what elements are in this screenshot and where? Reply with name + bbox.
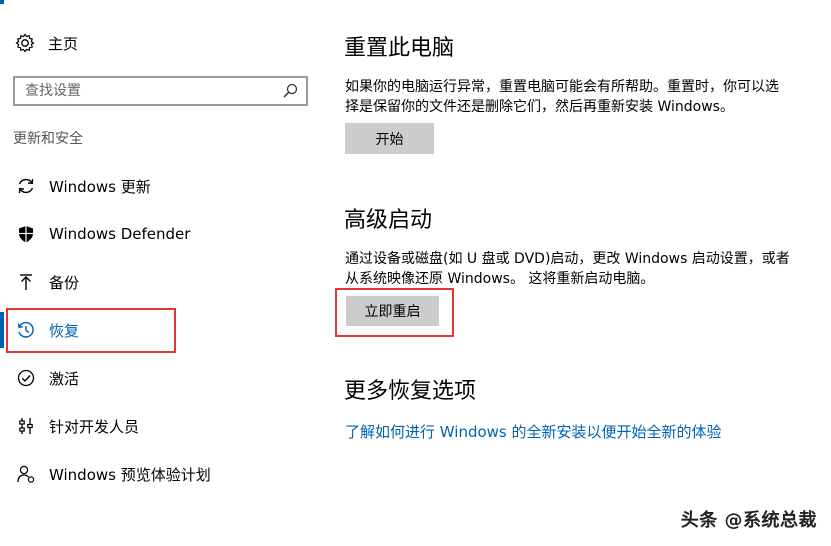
accent-strip: [0, 0, 4, 4]
check-circle-icon: [15, 367, 37, 389]
nav-home[interactable]: 主页: [14, 30, 78, 56]
clean-install-link[interactable]: 了解如何进行 Windows 的全新安装以便开始全新的体验: [345, 421, 722, 442]
nav-item-developers[interactable]: 针对开发人员: [0, 406, 330, 446]
search-input[interactable]: [15, 79, 280, 103]
nav-home-label: 主页: [48, 34, 79, 53]
watermark: 头条 @系统总裁: [680, 510, 817, 531]
highlight-box-recovery: [6, 308, 176, 353]
nav-item-label: Windows 预览体验计划: [49, 465, 211, 484]
nav-item-activation[interactable]: 激活: [0, 358, 330, 398]
advanced-startup-description: 通过设备或磁盘(如 U 盘或 DVD)启动，更改 Windows 启动设置，或者…: [345, 251, 790, 287]
section-title: 更新和安全: [13, 131, 83, 147]
nav-item-label: 针对开发人员: [49, 417, 140, 436]
shield-icon: [15, 223, 37, 245]
reset-title: 重置此电脑: [344, 36, 455, 61]
reset-description: 如果你的电脑运行异常，重置电脑可能会有所帮助。重置时，你可以选择是保留你的文件还…: [345, 79, 779, 115]
gear-icon: [15, 33, 35, 53]
reset-start-button[interactable]: 开始: [345, 123, 434, 154]
nav-item-label: Windows Defender: [49, 225, 191, 243]
more-options-title: 更多恢复选项: [344, 379, 477, 404]
nav-item-backup[interactable]: 备份: [0, 262, 330, 302]
nav-item-windows-update[interactable]: Windows 更新: [0, 166, 330, 206]
highlight-box-restart: [335, 288, 454, 337]
nav-item-insider-program[interactable]: Windows 预览体验计划: [0, 454, 330, 494]
search-box[interactable]: [13, 76, 308, 106]
search-icon[interactable]: [280, 81, 300, 101]
developer-icon: [15, 415, 37, 437]
sync-icon: [15, 175, 37, 197]
person-icon: [15, 463, 37, 485]
nav-item-label: 备份: [49, 273, 80, 292]
nav-item-label: 激活: [49, 369, 80, 388]
nav-item-windows-defender[interactable]: Windows Defender: [0, 214, 330, 254]
upload-icon: [15, 271, 37, 293]
nav-item-label: Windows 更新: [49, 177, 151, 196]
left-nav: 主页 更新和安全 Windows 更新 Windows: [0, 0, 330, 546]
advanced-startup-title: 高级启动: [344, 208, 433, 233]
